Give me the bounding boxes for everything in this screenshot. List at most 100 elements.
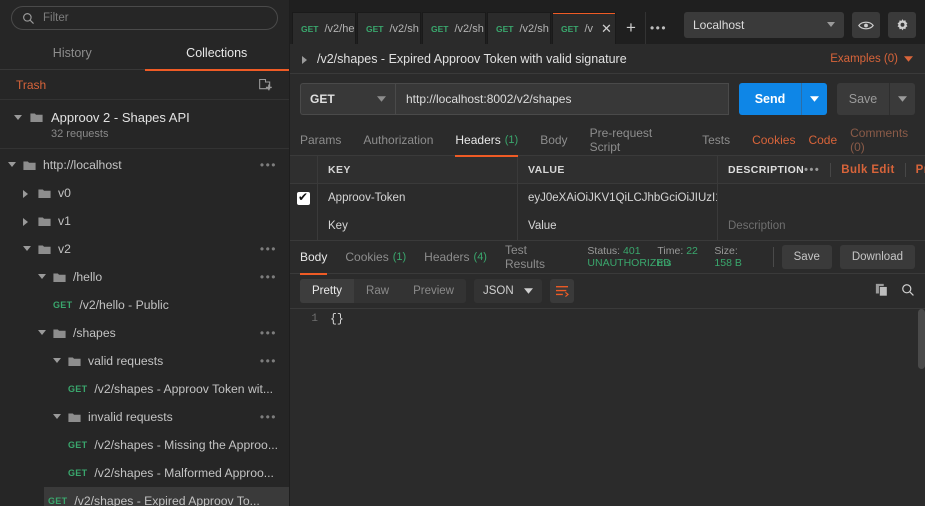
tree-folder[interactable]: v0 bbox=[0, 179, 289, 207]
tree-folder[interactable]: v2 ••• bbox=[0, 235, 289, 263]
chevron-right-icon[interactable] bbox=[23, 189, 31, 198]
view-mode-pretty[interactable]: Pretty bbox=[300, 279, 355, 303]
method-label: GET bbox=[310, 92, 335, 106]
tab-label: Body bbox=[300, 250, 328, 264]
response-tab-body[interactable]: Body bbox=[300, 240, 328, 275]
send-options-button[interactable] bbox=[801, 83, 827, 115]
new-tab-button[interactable]: + bbox=[617, 12, 645, 44]
chevron-down-icon bbox=[523, 288, 533, 294]
settings-button[interactable] bbox=[888, 12, 916, 38]
tree-item-menu[interactable]: ••• bbox=[260, 159, 277, 171]
search-body-button[interactable] bbox=[901, 283, 915, 300]
response-tab-test-results[interactable]: Test Results bbox=[505, 240, 561, 274]
link-code[interactable]: Code bbox=[808, 133, 837, 147]
tab-collections[interactable]: Collections bbox=[144, 36, 290, 71]
new-header-key-input[interactable]: Key bbox=[318, 212, 518, 240]
tree-item-menu[interactable]: ••• bbox=[260, 271, 277, 283]
response-tab-cookies[interactable]: Cookies (1) bbox=[345, 240, 406, 274]
table-row[interactable]: Approov-Token eyJ0eXAiOiJKV1QiLCJhbGciOi… bbox=[290, 184, 925, 212]
vertical-scrollbar[interactable] bbox=[918, 309, 925, 506]
chevron-right-icon[interactable] bbox=[302, 55, 310, 64]
new-header-description-input[interactable]: Description bbox=[718, 212, 925, 240]
new-collection-icon[interactable] bbox=[258, 77, 273, 92]
request-tab-4[interactable]: GET/v ✕ bbox=[552, 12, 616, 44]
save-response-button[interactable]: Save bbox=[781, 245, 832, 269]
chevron-down-icon[interactable] bbox=[53, 357, 61, 365]
chevron-down-icon[interactable] bbox=[53, 413, 61, 421]
url-input[interactable]: http://localhost:8002/v2/shapes bbox=[395, 83, 729, 115]
word-wrap-button[interactable] bbox=[549, 279, 574, 303]
download-response-button[interactable]: Download bbox=[839, 245, 915, 269]
send-button[interactable]: Send bbox=[739, 83, 801, 115]
response-body-code[interactable]: 1 {} bbox=[290, 308, 925, 506]
tab-options-button[interactable]: ••• bbox=[645, 12, 671, 44]
tree-folder[interactable]: valid requests ••• bbox=[0, 347, 289, 375]
table-row-empty[interactable]: Key Value Description bbox=[290, 212, 925, 240]
headers-more-icon[interactable]: ••• bbox=[804, 164, 820, 175]
folder-icon bbox=[53, 328, 66, 338]
tree-folder[interactable]: /shapes ••• bbox=[0, 319, 289, 347]
tree-request[interactable]: GET/v2/shapes - Missing the Approo... bbox=[0, 431, 289, 459]
save-options-button[interactable] bbox=[889, 83, 915, 115]
tree-item-menu[interactable]: ••• bbox=[260, 327, 277, 339]
request-tab-authorization[interactable]: Authorization bbox=[363, 124, 433, 156]
request-tab-headers[interactable]: Headers (1) bbox=[455, 124, 518, 157]
chevron-right-icon[interactable] bbox=[23, 217, 31, 226]
request-tab-tests[interactable]: Tests bbox=[702, 124, 730, 156]
search-placeholder: Filter bbox=[43, 12, 69, 24]
chevron-down-icon[interactable] bbox=[38, 273, 46, 281]
close-icon[interactable]: ✕ bbox=[601, 21, 612, 37]
save-button[interactable]: Save bbox=[837, 83, 889, 115]
header-value[interactable]: eyJ0eXAiOiJKV1QiLCJhbGciOiJIUzI1Ni... bbox=[518, 184, 718, 212]
scrollbar-thumb[interactable] bbox=[918, 309, 925, 369]
format-select[interactable]: JSON bbox=[473, 279, 542, 303]
link-cookies[interactable]: Cookies bbox=[752, 133, 795, 147]
tree-request[interactable]: GET/v2/shapes - Malformed Approo... bbox=[0, 459, 289, 487]
chevron-down-icon[interactable] bbox=[23, 245, 31, 253]
tree-item-menu[interactable]: ••• bbox=[260, 243, 277, 255]
examples-label: Examples (0) bbox=[830, 52, 898, 65]
copy-button[interactable] bbox=[875, 283, 889, 300]
tree-request[interactable]: GET/v2/shapes - Approov Token wit... bbox=[0, 375, 289, 403]
response-tab-headers[interactable]: Headers (4) bbox=[424, 240, 487, 274]
request-tab-1[interactable]: GET/v2/sh bbox=[357, 12, 421, 44]
tree-item-menu[interactable]: ••• bbox=[260, 411, 277, 423]
request-tab-2[interactable]: GET/v2/sh bbox=[422, 12, 486, 44]
environment-select[interactable]: Localhost bbox=[684, 12, 844, 38]
response-body-text[interactable]: {} bbox=[324, 309, 918, 506]
row-checkbox[interactable] bbox=[297, 190, 310, 205]
tree-request[interactable]: GET/v2/shapes - Expired Approov To... bbox=[44, 487, 289, 506]
chevron-down-icon[interactable] bbox=[8, 161, 16, 169]
search-input[interactable]: Filter bbox=[11, 6, 278, 30]
header-description[interactable] bbox=[718, 184, 925, 212]
tree-request[interactable]: GET/v2/hello - Public bbox=[0, 291, 289, 319]
tab-label: Body bbox=[540, 132, 568, 147]
tab-history[interactable]: History bbox=[0, 36, 145, 70]
view-mode-preview[interactable]: Preview bbox=[401, 279, 466, 303]
request-tab-0[interactable]: GET/v2/he bbox=[292, 12, 356, 44]
trash-row[interactable]: Trash bbox=[0, 70, 289, 100]
chevron-down-icon[interactable] bbox=[38, 329, 46, 337]
request-tab-body[interactable]: Body bbox=[540, 124, 567, 156]
bulk-edit-link[interactable]: Bulk Edit bbox=[841, 164, 894, 176]
chevron-down-icon[interactable] bbox=[14, 114, 22, 122]
tree-folder[interactable]: invalid requests ••• bbox=[0, 403, 289, 431]
request-tab-params[interactable]: Params bbox=[300, 124, 341, 156]
method-select[interactable]: GET bbox=[300, 83, 395, 115]
select-all-cell bbox=[290, 156, 318, 183]
request-tab-pre-request-script[interactable]: Pre-request Script bbox=[590, 124, 681, 156]
row-checkbox-cell[interactable] bbox=[290, 184, 318, 212]
tree-folder[interactable]: v1 bbox=[0, 207, 289, 235]
collection-header[interactable]: Approov 2 - Shapes API 32 requests bbox=[0, 100, 289, 149]
examples-dropdown[interactable]: Examples (0) bbox=[830, 53, 913, 65]
tree-folder[interactable]: http://localhost ••• bbox=[0, 151, 289, 179]
environment-quick-look-button[interactable] bbox=[852, 12, 880, 38]
tree-folder[interactable]: /hello ••• bbox=[0, 263, 289, 291]
request-tab-3[interactable]: GET/v2/sh bbox=[487, 12, 551, 44]
link-comments-[interactable]: Comments (0) bbox=[850, 126, 915, 154]
tree-item-menu[interactable]: ••• bbox=[260, 355, 277, 367]
new-header-value-input[interactable]: Value bbox=[518, 212, 718, 240]
header-key[interactable]: Approov-Token bbox=[318, 184, 518, 212]
presets-link[interactable]: Preset bbox=[916, 164, 925, 176]
view-mode-raw[interactable]: Raw bbox=[354, 279, 401, 303]
